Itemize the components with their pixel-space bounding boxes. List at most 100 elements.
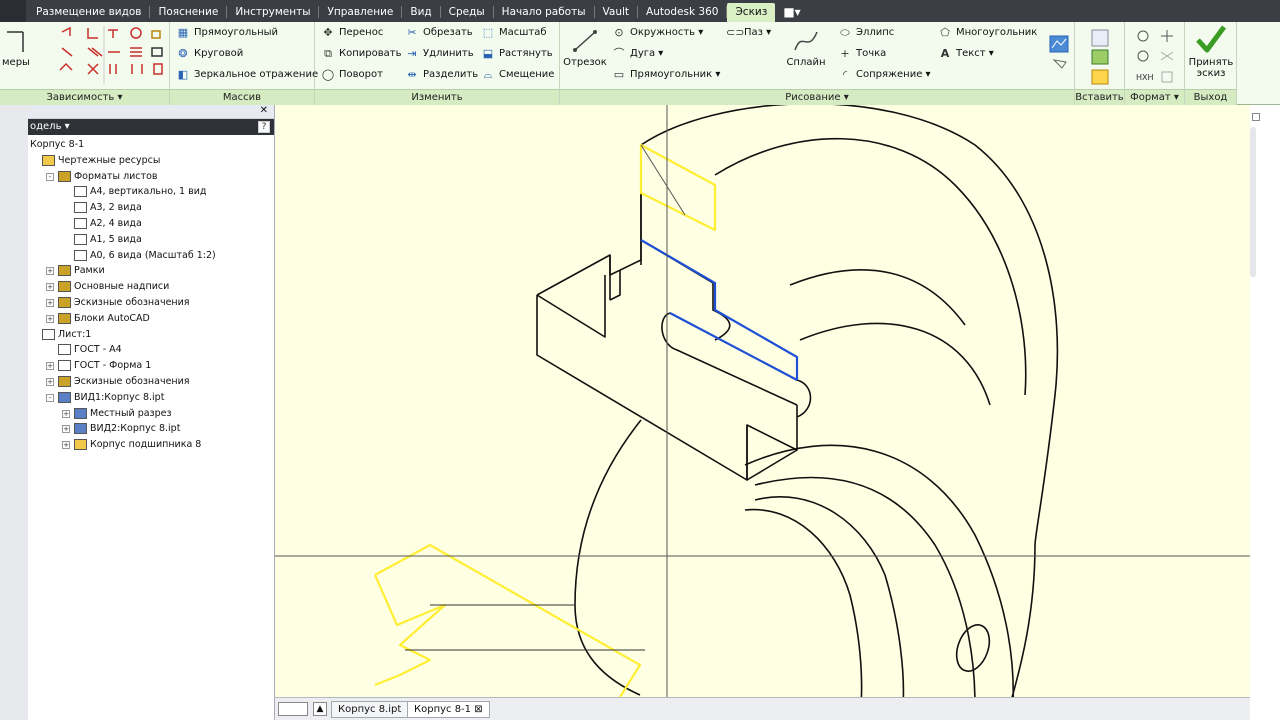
drawing-canvas[interactable]: [275, 105, 1250, 697]
finish-sketch-button[interactable]: Принять эскиз: [1185, 24, 1237, 79]
arrow-up-icon[interactable]: ▲: [313, 702, 327, 716]
tree-node[interactable]: - Форматы листов: [28, 169, 274, 185]
fillet-button[interactable]: ◜ Сопряжение ▾: [838, 66, 931, 84]
stretch-label: Растянуть: [499, 48, 553, 59]
document-tab-label: Корпус 8-1: [414, 704, 472, 715]
expand-icon[interactable]: +: [46, 377, 54, 386]
ribbon-tab[interactable]: Размещение видов: [28, 3, 149, 22]
text-button[interactable]: A Текст ▾: [938, 45, 994, 63]
tree-node[interactable]: А0, 6 вида (Масштаб 1:2): [28, 248, 274, 264]
document-tab-label: Корпус 8.ipt: [338, 704, 402, 715]
tree-node[interactable]: + Эскизные обозначения: [28, 295, 274, 311]
tile-windows-icon[interactable]: [278, 702, 308, 716]
browser-title: одель: [30, 121, 62, 132]
stretch-button[interactable]: ⬓ Растянуть: [481, 45, 553, 63]
ribbon-tab[interactable]: Вид: [402, 3, 439, 22]
tree-node[interactable]: А3, 2 вида: [28, 200, 274, 216]
stretch-icon: ⬓: [482, 47, 494, 60]
polygon-button[interactable]: ⬠ Многоугольник: [938, 24, 1037, 42]
ribbon-tab[interactable]: Управление: [319, 3, 401, 22]
collapse-icon[interactable]: -: [46, 172, 54, 181]
help-icon[interactable]: ?: [258, 121, 270, 133]
tree-node[interactable]: - ВИД1:Корпус 8.ipt: [28, 390, 274, 406]
ribbon-tab[interactable]: Среды: [441, 3, 493, 22]
dimension-button[interactable]: меры: [2, 28, 30, 68]
rectangular-pattern-button[interactable]: ▦ Прямоугольный: [176, 24, 278, 42]
move-button[interactable]: ✥ Перенос: [321, 24, 383, 42]
vertical-scrollbar[interactable]: [1250, 105, 1280, 720]
mirror-button[interactable]: ◧ Зеркальное отражение: [176, 66, 318, 84]
tree-node[interactable]: Лист:1: [28, 327, 274, 343]
format-group-label[interactable]: Формат ▾: [1125, 89, 1184, 105]
draw-group-label[interactable]: Рисование ▾: [560, 89, 1074, 105]
collapse-icon[interactable]: -: [46, 393, 54, 402]
rectangle-button[interactable]: ▭ Прямоугольник ▾: [612, 66, 721, 84]
tree-node[interactable]: А2, 4 вида: [28, 216, 274, 232]
tree-node-label: Рамки: [74, 265, 105, 277]
arc-button[interactable]: ⌒ Дуга ▾: [612, 45, 664, 63]
tree-node-label: А3, 2 вида: [90, 202, 142, 214]
extend-button[interactable]: ⇥ Удлинить: [405, 45, 473, 63]
expand-icon[interactable]: +: [46, 267, 54, 276]
point-button[interactable]: + Точка: [838, 45, 886, 63]
ellipse-button[interactable]: ⬭ Эллипс: [838, 24, 894, 42]
outer-arc-right: [1011, 544, 1036, 697]
document-tab[interactable]: Корпус 8-1 ⊠: [407, 701, 490, 718]
offset-button[interactable]: ⌓ Смещение: [481, 66, 555, 84]
expand-icon[interactable]: +: [62, 441, 70, 450]
trim-button[interactable]: ✂ Обрезать: [405, 24, 472, 42]
format-label-text: Формат: [1130, 92, 1171, 103]
tree-node[interactable]: + ВИД2:Корпус 8.ipt: [28, 421, 274, 437]
ribbon-tab[interactable]: Инструменты: [227, 3, 318, 22]
scale-icon: ⬚: [482, 26, 494, 39]
ribbon-tab[interactable]: Начало работы: [494, 3, 594, 22]
expand-icon[interactable]: +: [46, 314, 54, 323]
split-button[interactable]: ⇹ Разделить: [405, 66, 478, 84]
circular-pattern-button[interactable]: ❂ Круговой: [176, 45, 243, 63]
ribbon-tab[interactable]: Vault: [595, 3, 638, 22]
tree-node[interactable]: Корпус 8-1: [28, 137, 274, 153]
tree-node[interactable]: ГОСТ - А4: [28, 342, 274, 358]
spline-label: Сплайн: [786, 57, 826, 68]
restore-icon[interactable]: [1252, 113, 1260, 121]
tree-node[interactable]: + Местный разрез: [28, 406, 274, 422]
inner-arc-3: [799, 322, 991, 406]
browser-title-bar[interactable]: одель ▾ ?: [28, 119, 274, 135]
scale-button[interactable]: ⬚ Масштаб: [481, 24, 547, 42]
video-icon[interactable]: ■▾: [775, 3, 808, 22]
tree-node[interactable]: + Блоки AutoCAD: [28, 311, 274, 327]
tree-node[interactable]: + ГОСТ - Форма 1: [28, 358, 274, 374]
tree-node[interactable]: + Корпус подшипника 8: [28, 437, 274, 453]
rotate-button[interactable]: ◯ Поворот: [321, 66, 383, 84]
tree-node[interactable]: + Рамки: [28, 263, 274, 279]
tree-node[interactable]: А4, вертикально, 1 вид: [28, 184, 274, 200]
tree-node-label: Эскизные обозначения: [74, 296, 190, 308]
circle-button[interactable]: ⊙ Окружность ▾: [612, 24, 703, 42]
close-icon[interactable]: ✕: [260, 105, 268, 116]
app-menu-button[interactable]: [0, 0, 26, 22]
expand-icon[interactable]: +: [46, 298, 54, 307]
expand-icon[interactable]: +: [62, 409, 70, 418]
arc-lower-2: [754, 476, 976, 697]
close-tab-icon[interactable]: ⊠: [471, 704, 482, 715]
line-button[interactable]: Отрезок: [562, 28, 608, 68]
constraints-group-label[interactable]: Зависимость ▾: [0, 89, 169, 105]
ribbon-tab[interactable]: Autodesk 360: [638, 3, 726, 22]
tree-node[interactable]: Чертежные ресурсы: [28, 153, 274, 169]
tree-node[interactable]: А1, 5 вида: [28, 232, 274, 248]
expand-icon[interactable]: +: [46, 362, 54, 371]
spline-button[interactable]: Сплайн: [782, 28, 830, 68]
point-label: Точка: [856, 48, 887, 59]
ribbon-tab[interactable]: Эскиз: [727, 3, 776, 22]
expand-icon[interactable]: +: [46, 283, 54, 292]
document-tab[interactable]: Корпус 8.ipt: [331, 701, 409, 718]
scroll-thumb[interactable]: [1250, 127, 1256, 277]
expand-icon[interactable]: +: [62, 425, 70, 434]
slot-button[interactable]: ⊂⊃ Паз ▾: [726, 24, 771, 42]
copy-button[interactable]: ⧉ Копировать: [321, 45, 401, 63]
tree-node[interactable]: + Основные надписи: [28, 279, 274, 295]
tree-node[interactable]: + Эскизные обозначения: [28, 374, 274, 390]
ribbon-tab[interactable]: Пояснение: [150, 3, 226, 22]
rotate-icon: ◯: [321, 68, 335, 81]
line-icon: [573, 30, 597, 52]
